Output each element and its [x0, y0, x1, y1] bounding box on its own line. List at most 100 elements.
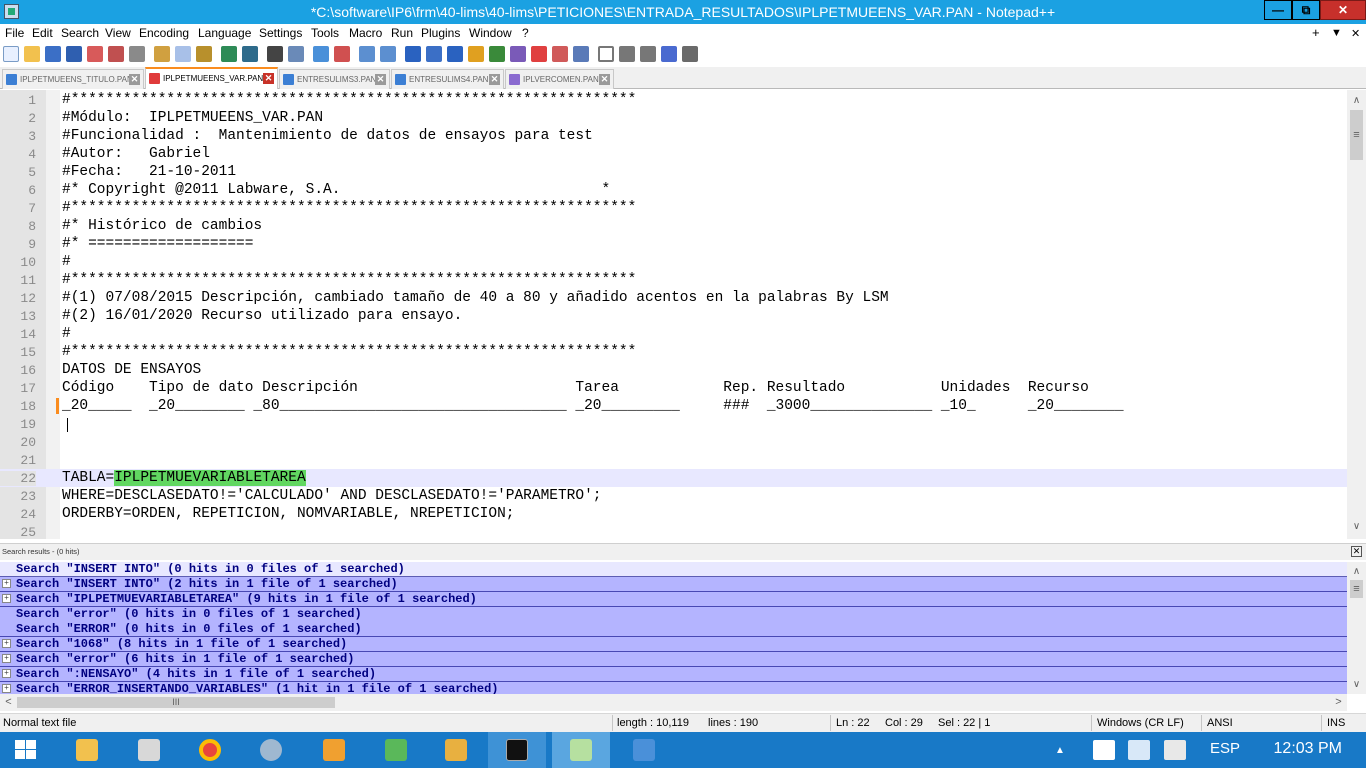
- document-map-icon[interactable]: [489, 46, 505, 62]
- media-taskbar-icon[interactable]: [367, 732, 425, 768]
- expand-plus-icon[interactable]: +: [2, 594, 11, 603]
- virtualbox-taskbar-icon[interactable]: [615, 732, 673, 768]
- expand-plus-icon[interactable]: +: [2, 639, 11, 648]
- action-center-flag-icon[interactable]: [1093, 740, 1115, 760]
- editor-line[interactable]: 5 #Fecha: 21-10-2011: [0, 163, 1347, 181]
- editor-line[interactable]: 18 _20_____ _20________ _80______________…: [0, 397, 1347, 415]
- search-result-row[interactable]: + Search "1068" (8 hits in 1 file of 1 s…: [0, 637, 1347, 652]
- scroll-thumb[interactable]: ≡: [1350, 110, 1363, 160]
- menu-window[interactable]: Window: [469, 26, 512, 40]
- server-manager-taskbar-icon[interactable]: [120, 732, 178, 768]
- close-document-icon[interactable]: ✕: [1351, 27, 1360, 40]
- editor-line[interactable]: 25: [0, 523, 1347, 539]
- menu-search[interactable]: Search: [61, 26, 99, 40]
- search-result-row[interactable]: Search "ERROR" (0 hits in 0 files of 1 s…: [0, 622, 1347, 637]
- expand-plus-icon[interactable]: +: [2, 669, 11, 678]
- tab-close-icon[interactable]: ✕: [263, 73, 274, 84]
- menu-file[interactable]: File: [5, 26, 24, 40]
- search-result-row[interactable]: + Search "ERROR_INSERTANDO_VARIABLES" (1…: [0, 682, 1347, 694]
- scroll-down-icon[interactable]: ∨: [1347, 676, 1366, 693]
- editor-line[interactable]: 8 #* Histórico de cambios: [0, 217, 1347, 235]
- tab-iplvercomen[interactable]: IPLVERCOMEN.PAN ✕: [505, 69, 614, 89]
- replace-icon[interactable]: [288, 46, 304, 62]
- tab-iplpetmueens-titulo[interactable]: IPLPETMUEENS_TITULO.PAN ✕: [2, 69, 144, 89]
- copy-icon[interactable]: [175, 46, 191, 62]
- print-icon[interactable]: [129, 46, 145, 62]
- new-file-icon[interactable]: [3, 46, 19, 62]
- expand-plus-icon[interactable]: +: [2, 579, 11, 588]
- monitoring-icon[interactable]: [552, 46, 568, 62]
- editor-line-current[interactable]: 22 TABLA=IPLPETMUEVARIABLETAREA: [0, 469, 1347, 487]
- editor-vertical-scrollbar[interactable]: ∧ ≡ ∨: [1347, 90, 1366, 539]
- cut-icon[interactable]: [154, 46, 170, 62]
- editor-line[interactable]: 3 #Funcionalidad : Mantenimiento de datos…: [0, 127, 1347, 145]
- notepadpp-taskbar-icon[interactable]: [552, 732, 610, 768]
- new-tab-plus-icon[interactable]: +: [1312, 25, 1320, 40]
- chrome-taskbar-icon[interactable]: [181, 732, 239, 768]
- editor-line[interactable]: 9 #* ===================: [0, 235, 1347, 253]
- menu-run[interactable]: Run: [391, 26, 413, 40]
- search-panel-close-icon[interactable]: ✕: [1351, 546, 1362, 557]
- scroll-thumb[interactable]: III: [17, 697, 335, 708]
- close-button[interactable]: ✕: [1320, 0, 1366, 20]
- editor-line[interactable]: 1 #**************************************…: [0, 91, 1347, 109]
- open-file-icon[interactable]: [24, 46, 40, 62]
- search-results-list[interactable]: Search "INSERT INTO" (0 hits in 0 files …: [0, 562, 1347, 694]
- tab-close-icon[interactable]: ✕: [129, 74, 140, 85]
- menu-help[interactable]: ?: [522, 26, 529, 40]
- preview-icon[interactable]: [573, 46, 589, 62]
- menu-edit[interactable]: Edit: [32, 26, 53, 40]
- editor-line[interactable]: 10 #: [0, 253, 1347, 271]
- redo-icon[interactable]: [242, 46, 258, 62]
- menu-language[interactable]: Language: [198, 26, 251, 40]
- save-icon[interactable]: [45, 46, 61, 62]
- play-macro-icon[interactable]: [640, 46, 656, 62]
- scroll-up-icon[interactable]: ∧: [1347, 563, 1366, 580]
- udl-icon[interactable]: [468, 46, 484, 62]
- windows-start-icon[interactable]: [15, 740, 37, 760]
- remote-desktop-taskbar-icon[interactable]: [427, 732, 485, 768]
- editor-line[interactable]: 12 #(1) 07/08/2015 Descripción, cambiado …: [0, 289, 1347, 307]
- editor-line[interactable]: 17 Código Tipo de dato Descripción Tarea …: [0, 379, 1347, 397]
- tab-iplpetmueens-var[interactable]: IPLPETMUEENS_VAR.PAN ✕: [145, 67, 278, 89]
- record-macro-icon[interactable]: [598, 46, 614, 62]
- editor-line[interactable]: 21: [0, 451, 1347, 469]
- paste-icon[interactable]: [196, 46, 212, 62]
- tab-entresulims3[interactable]: ENTRESULIMS3.PAN ✕: [279, 69, 390, 89]
- editor-line[interactable]: 24 ORDERBY=ORDEN, REPETICION, NOMVARIABLE…: [0, 505, 1347, 523]
- file-explorer-taskbar-icon[interactable]: [58, 732, 116, 768]
- scroll-left-icon[interactable]: <: [0, 694, 17, 711]
- run-macro-multiple-icon[interactable]: [661, 46, 677, 62]
- restore-button[interactable]: ⧉: [1292, 0, 1320, 20]
- editor-line[interactable]: 13 #(2) 16/01/2020 Recurso utilizado para…: [0, 307, 1347, 325]
- menu-encoding[interactable]: Encoding: [139, 26, 189, 40]
- tab-list-down-icon[interactable]: ▼: [1331, 27, 1342, 39]
- save-macro-icon[interactable]: [682, 46, 698, 62]
- show-hidden-icons-arrow[interactable]: ▲: [1055, 745, 1065, 756]
- indent-guide-icon[interactable]: [447, 46, 463, 62]
- editor-line[interactable]: 19: [0, 415, 1347, 433]
- search-result-row[interactable]: Search "error" (0 hits in 0 files of 1 s…: [0, 607, 1347, 622]
- editor-line[interactable]: 23 WHERE=DESCLASEDATO!='CALCULADO' AND DE…: [0, 487, 1347, 505]
- taskbar-clock[interactable]: 12:03 PM: [1274, 740, 1342, 758]
- volume-muted-icon[interactable]: [1164, 740, 1186, 760]
- folder-as-workspace-icon[interactable]: [531, 46, 547, 62]
- menu-tools[interactable]: Tools: [311, 26, 339, 40]
- search-result-row[interactable]: + Search "INSERT INTO" (2 hits in 1 file…: [0, 577, 1347, 592]
- tab-entresulims4[interactable]: ENTRESULIMS4.PAN ✕: [391, 69, 504, 89]
- settings-gear-taskbar-icon[interactable]: [242, 732, 300, 768]
- editor-line[interactable]: 4 #Autor: Gabriel: [0, 145, 1347, 163]
- search-result-row[interactable]: + Search "IPLPETMUEVARIABLETAREA" (9 hit…: [0, 592, 1347, 607]
- tab-close-icon[interactable]: ✕: [375, 74, 386, 85]
- editor-line[interactable]: 20: [0, 433, 1347, 451]
- search-result-row[interactable]: Search "INSERT INTO" (0 hits in 0 files …: [0, 562, 1347, 577]
- editor-line[interactable]: 15 #*************************************…: [0, 343, 1347, 361]
- undo-icon[interactable]: [221, 46, 237, 62]
- minimize-button[interactable]: —: [1264, 0, 1292, 20]
- sync-horizontal-icon[interactable]: [380, 46, 396, 62]
- show-all-chars-icon[interactable]: [426, 46, 442, 62]
- scroll-down-icon[interactable]: ∨: [1347, 518, 1366, 535]
- input-language-indicator[interactable]: ESP: [1210, 740, 1240, 757]
- text-editor[interactable]: 1 #**************************************…: [0, 90, 1366, 539]
- search-result-row[interactable]: + Search ":NENSAYO" (4 hits in 1 file of…: [0, 667, 1347, 682]
